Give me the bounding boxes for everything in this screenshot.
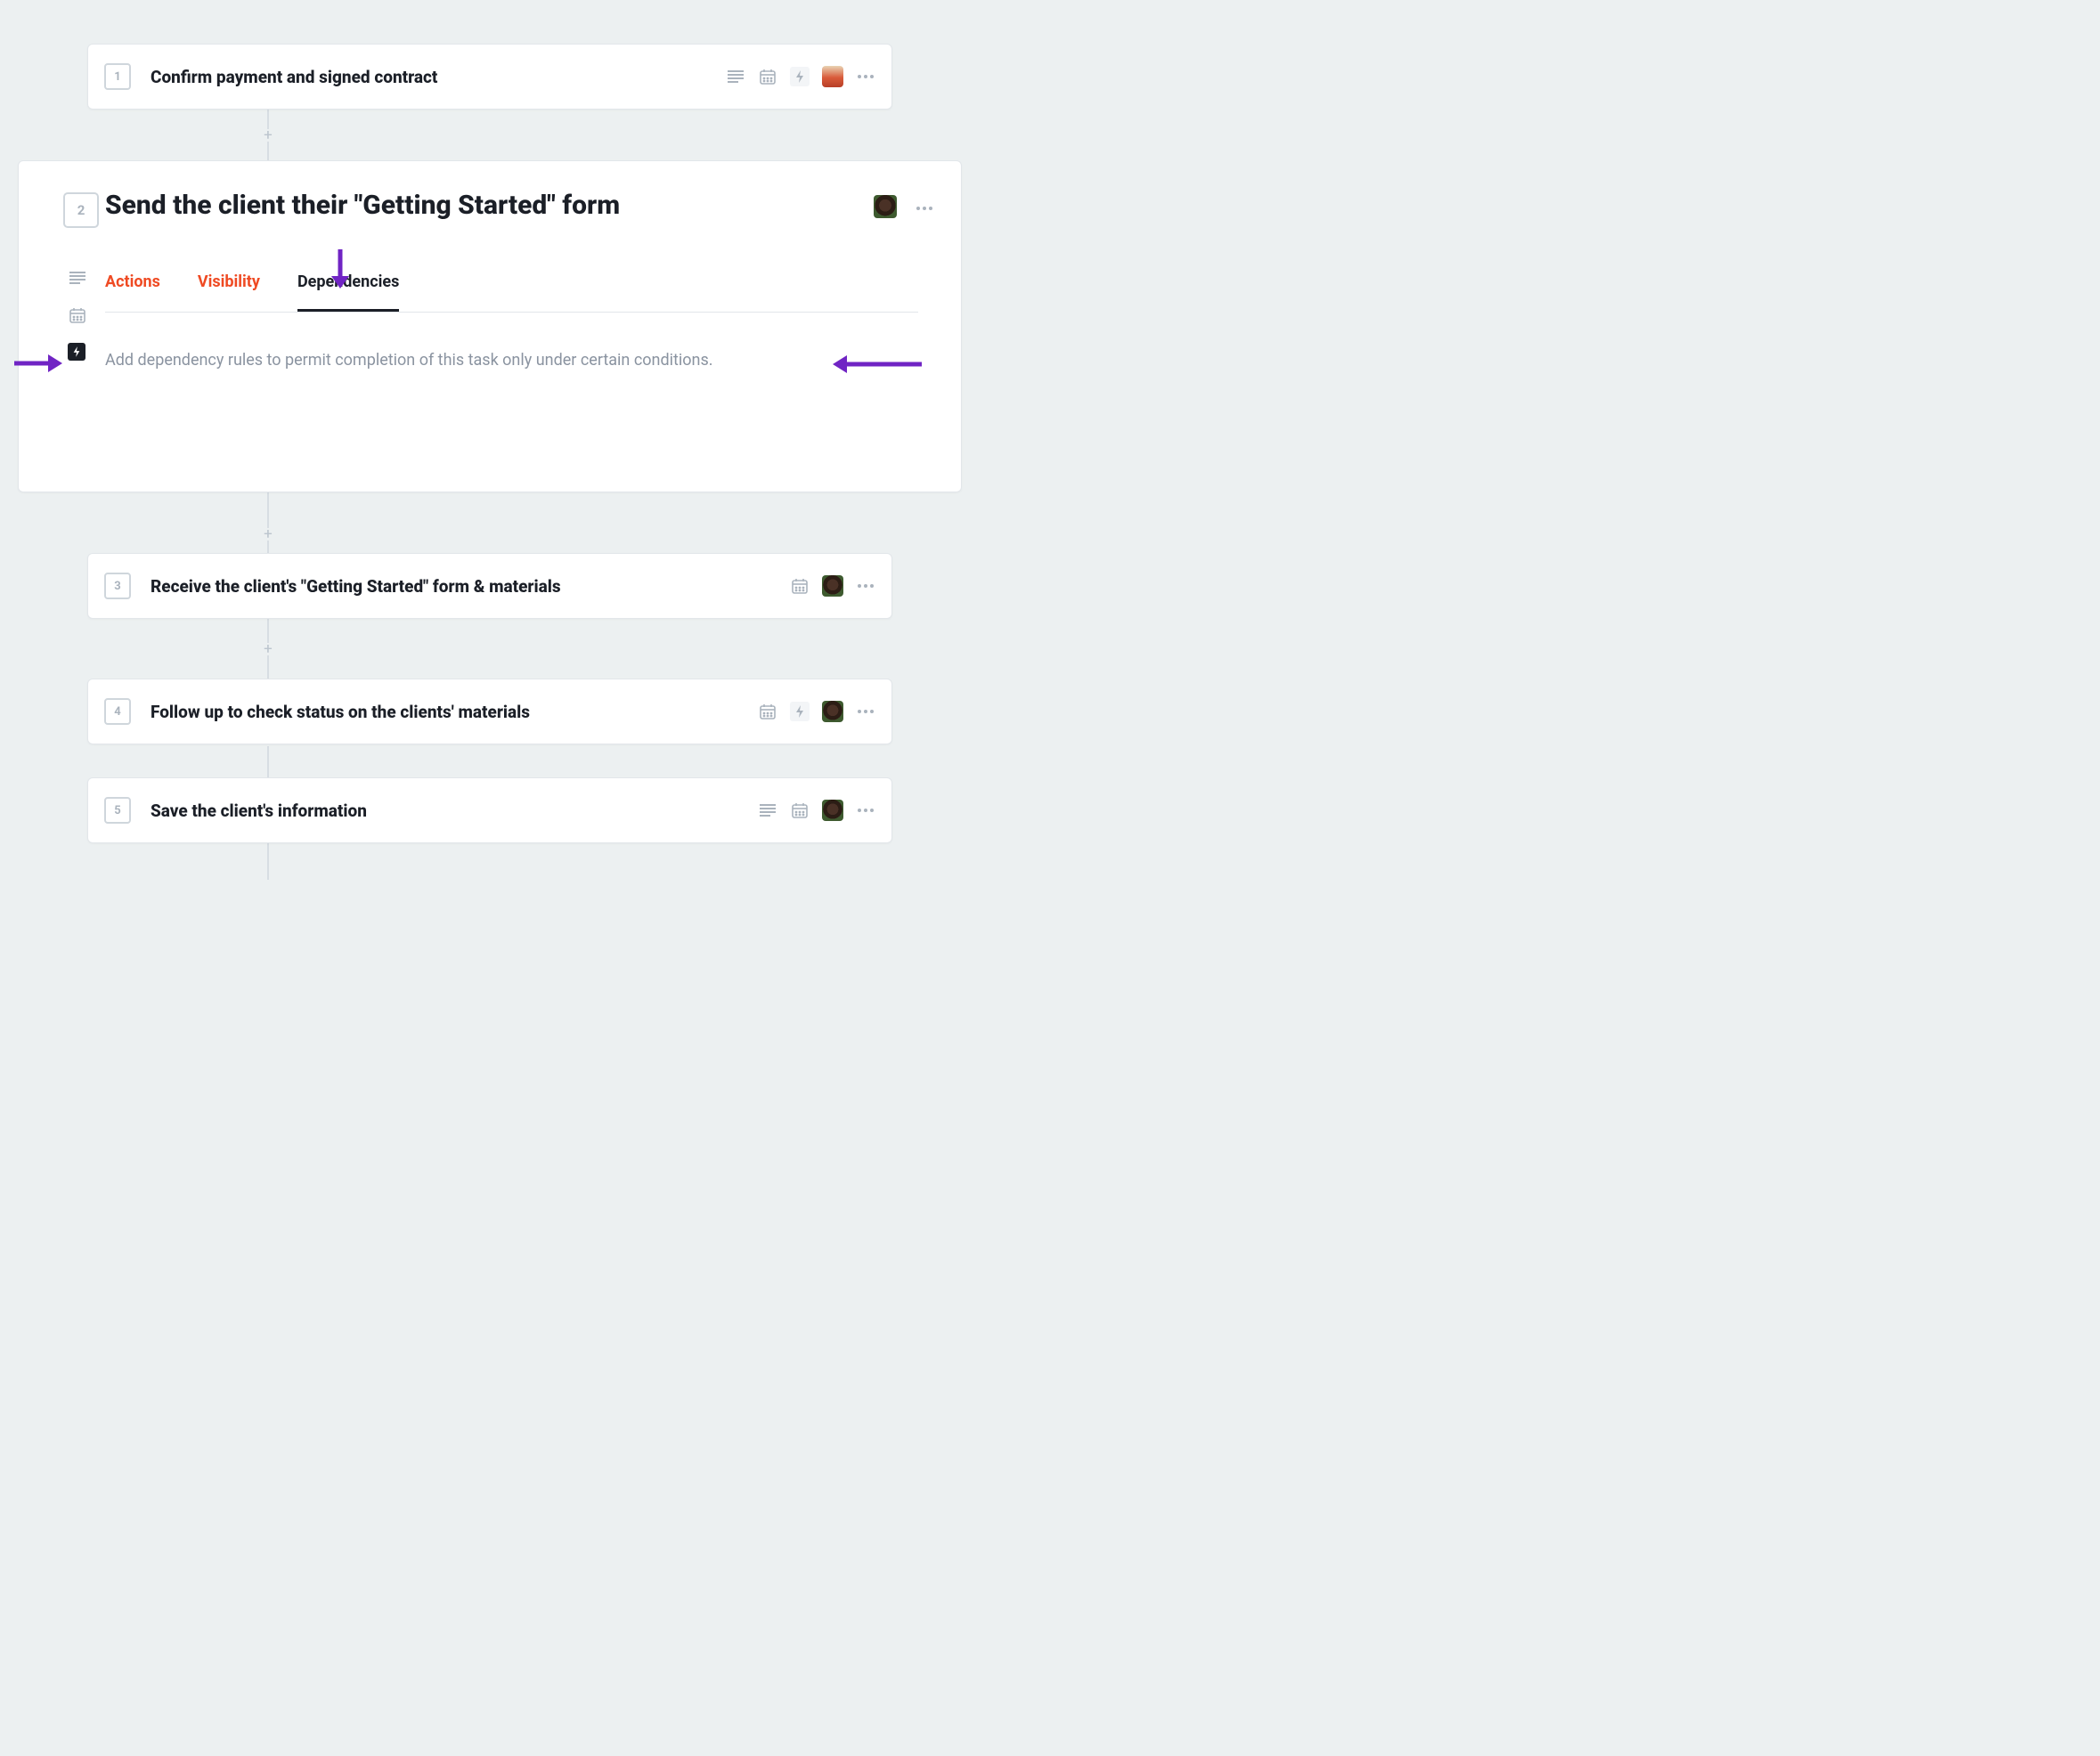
add-task-between-icon[interactable]: + bbox=[262, 643, 274, 655]
calendar-icon[interactable] bbox=[68, 305, 87, 325]
annotation-arrow-right-icon bbox=[14, 353, 62, 374]
description-icon[interactable] bbox=[726, 67, 745, 86]
task-title: Receive the client's "Getting Started" f… bbox=[151, 576, 790, 597]
connector-line bbox=[267, 492, 269, 553]
task-card[interactable]: 1 Confirm payment and signed contract bbox=[87, 44, 892, 110]
annotation-arrow-left-icon bbox=[833, 354, 922, 375]
connector-line bbox=[267, 843, 269, 880]
task-number-badge: 1 bbox=[104, 63, 131, 90]
task-title: Send the client their "Getting Started" … bbox=[105, 190, 854, 222]
task-title: Follow up to check status on the clients… bbox=[151, 702, 758, 722]
assignee-avatar[interactable] bbox=[822, 701, 843, 722]
description-icon[interactable] bbox=[68, 268, 87, 288]
task-number-badge: 3 bbox=[104, 573, 131, 599]
assignee-avatar[interactable] bbox=[874, 195, 897, 218]
task-card[interactable]: 5 Save the client's information bbox=[87, 777, 892, 843]
connector-line bbox=[267, 744, 269, 777]
task-tabs: Actions Visibility Dependencies bbox=[105, 272, 918, 313]
assignee-avatar[interactable] bbox=[822, 800, 843, 821]
task-title: Save the client's information bbox=[151, 801, 758, 821]
description-icon[interactable] bbox=[758, 801, 777, 820]
annotation-arrow-down-icon bbox=[330, 249, 351, 289]
calendar-icon[interactable] bbox=[790, 576, 810, 596]
dependencies-help-text: Add dependency rules to permit completio… bbox=[105, 351, 918, 370]
add-task-between-icon[interactable]: + bbox=[262, 129, 274, 142]
more-options-icon[interactable] bbox=[856, 67, 875, 86]
task-number-badge: 2 bbox=[63, 192, 99, 228]
more-options-icon[interactable] bbox=[856, 702, 875, 721]
tab-visibility[interactable]: Visibility bbox=[198, 272, 260, 312]
task-number-badge: 4 bbox=[104, 698, 131, 725]
task-number-badge: 5 bbox=[104, 797, 131, 824]
add-task-between-icon[interactable]: + bbox=[262, 528, 274, 541]
automation-icon[interactable] bbox=[790, 67, 810, 86]
calendar-icon[interactable] bbox=[758, 702, 777, 721]
more-options-icon[interactable] bbox=[856, 576, 875, 596]
more-options-icon[interactable] bbox=[915, 199, 934, 218]
task-title: Confirm payment and signed contract bbox=[151, 67, 726, 87]
calendar-icon[interactable] bbox=[758, 67, 777, 86]
task-card[interactable]: 3 Receive the client's "Getting Started"… bbox=[87, 553, 892, 619]
assignee-avatar[interactable] bbox=[822, 575, 843, 597]
task-card[interactable]: 4 Follow up to check status on the clien… bbox=[87, 679, 892, 744]
task-card-expanded: 2 Send the client their "Getting Started… bbox=[18, 160, 962, 492]
tab-actions[interactable]: Actions bbox=[105, 272, 160, 312]
automation-icon[interactable] bbox=[790, 702, 810, 721]
automation-icon-active[interactable] bbox=[68, 343, 85, 361]
assignee-avatar[interactable] bbox=[822, 66, 843, 87]
more-options-icon[interactable] bbox=[856, 801, 875, 820]
calendar-icon[interactable] bbox=[790, 801, 810, 820]
